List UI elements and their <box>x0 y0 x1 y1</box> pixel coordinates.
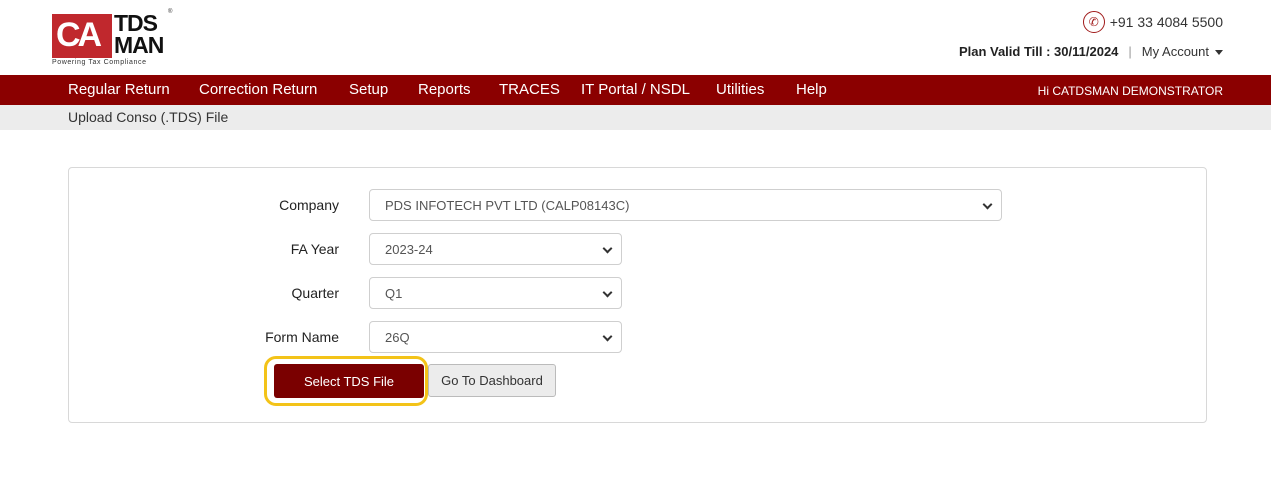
phone-number: +91 33 4084 5500 <box>1109 14 1223 30</box>
logo-brand-line1: TDS <box>114 10 158 36</box>
chevron-down-icon <box>602 331 613 342</box>
logo-mark-text: CA <box>56 16 102 54</box>
go-to-dashboard-button[interactable]: Go To Dashboard <box>428 364 556 397</box>
my-account-menu[interactable]: My Account <box>1142 44 1223 59</box>
fa-year-value: 2023-24 <box>385 242 433 257</box>
nav-help[interactable]: Help <box>796 81 827 98</box>
main-navbar: Regular Return Correction Return Setup R… <box>0 75 1271 105</box>
quarter-label: Quarter <box>291 285 339 301</box>
chevron-down-icon <box>602 243 613 254</box>
plan-account-row: Plan Valid Till : 30/11/2024 | My Accoun… <box>959 44 1223 59</box>
separator: | <box>1128 44 1132 59</box>
breadcrumb: Upload Conso (.TDS) File <box>0 105 1271 130</box>
phone-icon: ✆ <box>1082 11 1105 33</box>
page-title: Upload Conso (.TDS) File <box>68 109 229 125</box>
fa-year-label: FA Year <box>290 241 339 257</box>
logo-tagline: Powering Tax Compliance <box>52 59 147 66</box>
nav-regular-return[interactable]: Regular Return <box>68 81 170 98</box>
user-greeting: Hi CATDSMAN DEMONSTRATOR <box>1037 84 1223 98</box>
form-name-label: Form Name <box>265 329 339 345</box>
tdsman-logo[interactable]: CA TDS MAN ® Powering Tax Compliance <box>52 9 173 70</box>
nav-setup[interactable]: Setup <box>349 81 388 98</box>
logo-brand-line2: MAN <box>114 32 164 58</box>
nav-utilities[interactable]: Utilities <box>716 81 764 98</box>
select-tds-file-button[interactable]: Select TDS File <box>274 364 424 398</box>
my-account-label: My Account <box>1141 44 1209 59</box>
nav-reports[interactable]: Reports <box>418 81 471 98</box>
nav-traces[interactable]: TRACES <box>499 81 560 98</box>
logo-ca-mark: CA <box>52 14 112 58</box>
quarter-value: Q1 <box>385 286 403 301</box>
fa-year-select[interactable]: 2023-24 <box>369 233 622 265</box>
company-label: Company <box>279 197 339 213</box>
caret-down-icon <box>1215 50 1223 56</box>
form-name-select[interactable]: 26Q <box>369 321 622 353</box>
phone-contact: ✆ +91 33 4084 5500 <box>1082 11 1223 33</box>
logo-registered: ® <box>168 9 173 15</box>
logo-brand: TDS MAN <box>114 10 164 58</box>
chevron-down-icon <box>982 199 993 210</box>
quarter-select[interactable]: Q1 <box>369 277 622 309</box>
chevron-down-icon <box>602 287 613 298</box>
company-select[interactable]: PDS INFOTECH PVT LTD (CALP08143C) <box>369 189 1002 221</box>
form-name-value: 26Q <box>385 330 410 345</box>
nav-it-portal[interactable]: IT Portal / NSDL <box>581 81 690 98</box>
plan-valid-text: Plan Valid Till : 30/11/2024 <box>958 44 1119 59</box>
company-value: PDS INFOTECH PVT LTD (CALP08143C) <box>385 198 630 213</box>
nav-correction-return[interactable]: Correction Return <box>199 81 317 98</box>
